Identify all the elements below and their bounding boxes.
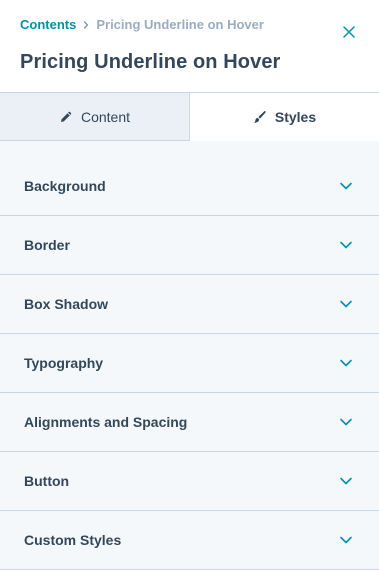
chevron-down-icon: [339, 533, 353, 547]
section-label: Box Shadow: [24, 296, 109, 312]
brush-icon: [253, 110, 267, 124]
tab-bar: Content Styles: [0, 92, 379, 141]
panel-header: Contents Pricing Underline on Hover Pric…: [0, 0, 379, 92]
section-border[interactable]: Border: [0, 216, 379, 275]
section-typography[interactable]: Typography: [0, 334, 379, 393]
breadcrumb: Contents Pricing Underline on Hover: [20, 17, 264, 32]
section-button[interactable]: Button: [0, 452, 379, 511]
breadcrumb-current: Pricing Underline on Hover: [96, 17, 264, 32]
chevron-right-icon: [82, 20, 90, 29]
chevron-down-icon: [339, 356, 353, 370]
section-label: Typography: [24, 355, 104, 371]
chevron-down-icon: [339, 474, 353, 488]
section-label: Custom Styles: [24, 532, 122, 548]
chevron-down-icon: [339, 415, 353, 429]
section-background[interactable]: Background: [0, 141, 379, 216]
section-custom-styles[interactable]: Custom Styles: [0, 511, 379, 570]
section-label: Alignments and Spacing: [24, 414, 188, 430]
chevron-down-icon: [339, 238, 353, 252]
breadcrumb-contents-link[interactable]: Contents: [20, 17, 76, 32]
section-label: Border: [24, 237, 70, 253]
tab-content-label: Content: [80, 108, 131, 125]
close-icon: [343, 26, 355, 38]
tab-styles[interactable]: Styles: [190, 92, 379, 141]
tab-content[interactable]: Content: [0, 92, 190, 141]
style-sections-list: Background Border Box Shadow Typography …: [0, 141, 379, 570]
section-label: Button: [24, 473, 70, 489]
page-title: Pricing Underline on Hover: [20, 51, 281, 73]
chevron-down-icon: [339, 179, 353, 193]
section-alignments-spacing[interactable]: Alignments and Spacing: [0, 393, 379, 452]
sidebar-panel: Contents Pricing Underline on Hover Pric…: [0, 0, 379, 571]
pencil-icon: [59, 110, 73, 124]
chevron-down-icon: [339, 297, 353, 311]
tab-styles-label: Styles: [274, 109, 317, 125]
section-label: Background: [24, 178, 106, 194]
section-box-shadow[interactable]: Box Shadow: [0, 275, 379, 334]
close-button[interactable]: [341, 24, 357, 40]
